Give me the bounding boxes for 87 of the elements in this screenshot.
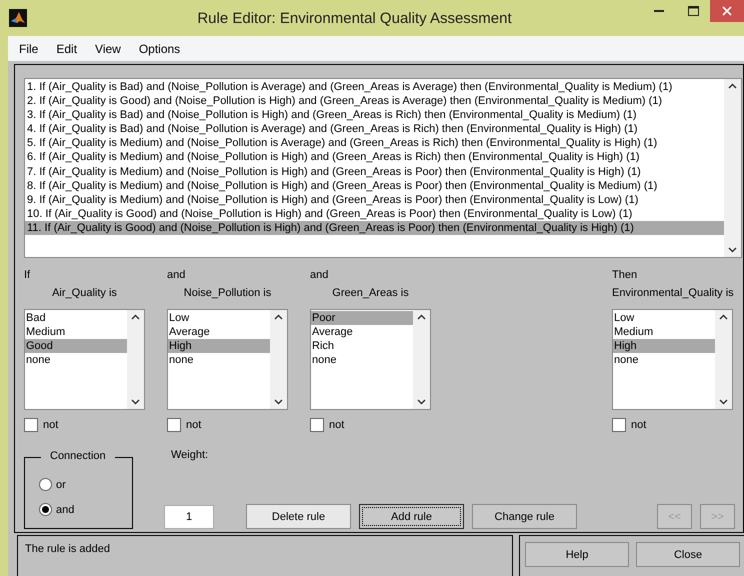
rule-item[interactable]: 7. If (Air_Quality is Medium) and (Noise_Pollution is High) and (Green_Areas is Poor) then (Environmental_Quality is High) (1) bbox=[25, 164, 724, 179]
term-item[interactable]: none bbox=[25, 353, 127, 367]
term-item[interactable]: High bbox=[613, 339, 715, 353]
term-item[interactable]: Rich bbox=[311, 339, 413, 353]
rule-item[interactable]: 6. If (Air_Quality is Medium) and (Noise_Pollution is High) and (Green_Areas is Rich) then (Environmental_Quality is High) (1) bbox=[25, 150, 724, 165]
rule-button[interactable]: Add rule bbox=[359, 504, 464, 529]
column-prefix: If bbox=[24, 269, 32, 283]
term-list[interactable]: Low Medium High none bbox=[612, 309, 733, 410]
group-title: Connection bbox=[41, 450, 115, 462]
scroll-up-icon[interactable] bbox=[131, 314, 140, 320]
term-item[interactable]: Poor bbox=[311, 311, 413, 325]
scroll-down-icon[interactable] bbox=[274, 399, 283, 405]
menu-item[interactable]: Options bbox=[130, 42, 188, 56]
rule-item[interactable]: 10. If (Air_Quality is Good) and (Noise_Pollution is High) and (Green_Areas is Poor) then (Environmental_Quality is Low) (1) bbox=[25, 206, 724, 221]
scroll-up-icon[interactable] bbox=[417, 314, 426, 320]
checkbox-label: not bbox=[631, 419, 646, 431]
status-text: The rule is added bbox=[25, 543, 110, 555]
menu-item[interactable]: View bbox=[87, 42, 129, 56]
radio-label: and bbox=[56, 504, 74, 516]
close-icon bbox=[722, 6, 732, 16]
variable-label: Environmental_Quality is bbox=[612, 287, 734, 301]
term-item[interactable]: none bbox=[168, 353, 270, 367]
not-checkbox[interactable] bbox=[310, 418, 324, 432]
scroll-up-icon[interactable] bbox=[719, 314, 728, 320]
menu-item[interactable]: Edit bbox=[48, 42, 86, 56]
maximize-icon bbox=[688, 6, 698, 16]
term-item[interactable]: none bbox=[613, 353, 715, 367]
radio-label: or bbox=[56, 478, 66, 490]
variable-label: Noise_Pollution is bbox=[184, 287, 272, 301]
dialog-button[interactable]: Close bbox=[636, 542, 740, 567]
scroll-down-icon[interactable] bbox=[728, 247, 737, 253]
radio-button[interactable] bbox=[39, 503, 52, 516]
radio-button[interactable] bbox=[39, 478, 52, 491]
term-item[interactable]: Bad bbox=[25, 311, 127, 325]
term-item[interactable]: none bbox=[311, 353, 413, 367]
scroll-up-icon[interactable] bbox=[728, 83, 737, 89]
rule-button[interactable]: Delete rule bbox=[246, 504, 351, 529]
scroll-down-icon[interactable] bbox=[417, 399, 426, 405]
term-item[interactable]: High bbox=[168, 339, 270, 353]
not-checkbox[interactable] bbox=[612, 418, 626, 432]
rule-item[interactable]: 8. If (Air_Quality is Medium) and (Noise_Pollution is High) and (Green_Areas is Poor) then (Environmental_Quality is Medium) (1) bbox=[25, 178, 724, 193]
term-item[interactable]: Medium bbox=[25, 325, 127, 339]
dialog-button[interactable]: Help bbox=[525, 542, 629, 567]
not-checkbox[interactable] bbox=[24, 418, 38, 432]
menu-item[interactable]: File bbox=[11, 42, 46, 56]
rule-button[interactable]: Change rule bbox=[472, 504, 577, 529]
checkbox-label: not bbox=[329, 419, 344, 431]
scroll-up-icon[interactable] bbox=[274, 314, 283, 320]
rule-item[interactable]: 5. If (Air_Quality is Medium) and (Noise_Pollution is Average) and (Green_Areas is Rich) then (Environmental_Quality is High) (1) bbox=[25, 136, 724, 150]
window-title: Rule Editor: Environmental Quality Assessment bbox=[196, 10, 513, 26]
not-checkbox[interactable] bbox=[167, 418, 181, 432]
term-item[interactable]: Low bbox=[613, 311, 715, 325]
rule-item[interactable]: 2. If (Air_Quality is Good) and (Noise_Pollution is High) and (Green_Areas is Average) then (Environmental_Quality is Medium) (1) bbox=[25, 94, 724, 108]
rule-item[interactable]: 11. If (Air_Quality is Good) and (Noise_Pollution is High) and (Green_Areas is Poor) then (Environmental_Quality is High) (1) bbox=[25, 220, 724, 236]
term-list[interactable]: Bad Medium Good none bbox=[24, 309, 145, 410]
scroll-down-icon[interactable] bbox=[719, 399, 728, 405]
scrollbar[interactable] bbox=[413, 310, 430, 409]
column-prefix: Then bbox=[612, 269, 638, 283]
column-prefix: and bbox=[310, 269, 330, 283]
weight-field[interactable]: 1 bbox=[164, 505, 214, 529]
rule-item[interactable]: 1. If (Air_Quality is Bad) and (Noise_Pollution is Average) and (Green_Areas is Average) then (Environmental_Quality is Medium) (1) bbox=[25, 80, 724, 94]
minimize-icon bbox=[654, 10, 664, 12]
scrollbar[interactable] bbox=[127, 310, 144, 409]
term-item[interactable]: Good bbox=[25, 339, 127, 353]
term-item[interactable]: Medium bbox=[613, 325, 715, 339]
scrollbar[interactable] bbox=[724, 79, 741, 257]
variable-label: Green_Areas is bbox=[332, 287, 409, 301]
rule-item[interactable]: 4. If (Air_Quality is Bad) and (Noise_Pollution is Average) and (Green_Areas is Rich) then (Environmental_Quality is High) (1) bbox=[25, 122, 724, 136]
checkbox-label: not bbox=[43, 419, 58, 431]
term-item[interactable]: Low bbox=[168, 311, 270, 325]
weight-label: Weight: bbox=[171, 449, 210, 461]
term-list[interactable]: Low Average High none bbox=[167, 309, 288, 410]
scrollbar[interactable] bbox=[715, 310, 732, 409]
radio-dot-icon bbox=[42, 506, 49, 513]
term-item[interactable]: Average bbox=[168, 325, 270, 339]
rule-item[interactable]: 9. If (Air_Quality is Medium) and (Noise_Pollution is High) and (Green_Areas is Poor) then (Environmental_Quality is Low) (1) bbox=[25, 192, 724, 207]
rule-item[interactable]: 3. If (Air_Quality is Bad) and (Noise_Pollution is High) and (Green_Areas is Rich) then (Environmental_Quality is Medium) (1) bbox=[25, 108, 724, 122]
term-item[interactable]: Average bbox=[311, 325, 413, 339]
scrollbar[interactable] bbox=[270, 310, 287, 409]
term-list[interactable]: Poor Average Rich none bbox=[310, 309, 431, 410]
close-button[interactable] bbox=[710, 0, 744, 22]
variable-label: Air_Quality is bbox=[52, 287, 117, 301]
column-prefix: and bbox=[167, 269, 186, 283]
scroll-down-icon[interactable] bbox=[131, 399, 140, 405]
checkbox-label: not bbox=[186, 419, 202, 431]
app-logo-icon bbox=[9, 9, 27, 27]
rule-list[interactable] bbox=[24, 78, 742, 258]
